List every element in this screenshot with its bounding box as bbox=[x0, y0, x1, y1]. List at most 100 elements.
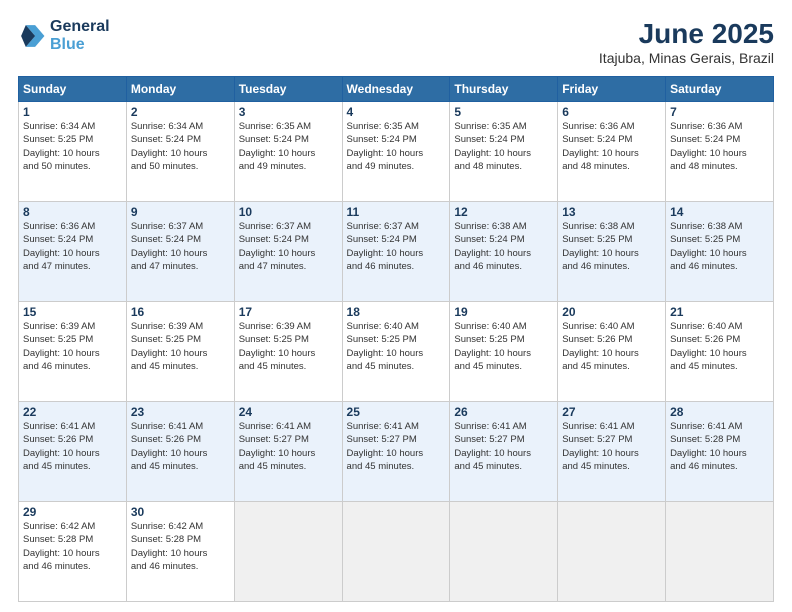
day-info: Sunrise: 6:35 AM Sunset: 5:24 PM Dayligh… bbox=[454, 120, 553, 173]
day-number: 1 bbox=[23, 105, 122, 119]
day-info: Sunrise: 6:42 AM Sunset: 5:28 PM Dayligh… bbox=[23, 520, 122, 573]
table-row: 30Sunrise: 6:42 AM Sunset: 5:28 PM Dayli… bbox=[126, 502, 234, 602]
day-number: 21 bbox=[670, 305, 769, 319]
table-row: 26Sunrise: 6:41 AM Sunset: 5:27 PM Dayli… bbox=[450, 402, 558, 502]
table-row: 6Sunrise: 6:36 AM Sunset: 5:24 PM Daylig… bbox=[558, 102, 666, 202]
day-info: Sunrise: 6:39 AM Sunset: 5:25 PM Dayligh… bbox=[23, 320, 122, 373]
day-info: Sunrise: 6:39 AM Sunset: 5:25 PM Dayligh… bbox=[131, 320, 230, 373]
day-number: 30 bbox=[131, 505, 230, 519]
table-row bbox=[558, 502, 666, 602]
day-number: 26 bbox=[454, 405, 553, 419]
day-number: 10 bbox=[239, 205, 338, 219]
day-info: Sunrise: 6:42 AM Sunset: 5:28 PM Dayligh… bbox=[131, 520, 230, 573]
table-row: 19Sunrise: 6:40 AM Sunset: 5:25 PM Dayli… bbox=[450, 302, 558, 402]
col-thursday: Thursday bbox=[450, 77, 558, 102]
table-row bbox=[342, 502, 450, 602]
table-row: 3Sunrise: 6:35 AM Sunset: 5:24 PM Daylig… bbox=[234, 102, 342, 202]
day-info: Sunrise: 6:40 AM Sunset: 5:26 PM Dayligh… bbox=[562, 320, 661, 373]
table-row: 27Sunrise: 6:41 AM Sunset: 5:27 PM Dayli… bbox=[558, 402, 666, 502]
day-info: Sunrise: 6:36 AM Sunset: 5:24 PM Dayligh… bbox=[670, 120, 769, 173]
day-info: Sunrise: 6:41 AM Sunset: 5:26 PM Dayligh… bbox=[131, 420, 230, 473]
day-number: 9 bbox=[131, 205, 230, 219]
logo-line1: General bbox=[50, 18, 110, 36]
table-row bbox=[234, 502, 342, 602]
day-info: Sunrise: 6:34 AM Sunset: 5:25 PM Dayligh… bbox=[23, 120, 122, 173]
day-number: 11 bbox=[347, 205, 446, 219]
day-info: Sunrise: 6:39 AM Sunset: 5:25 PM Dayligh… bbox=[239, 320, 338, 373]
table-row: 4Sunrise: 6:35 AM Sunset: 5:24 PM Daylig… bbox=[342, 102, 450, 202]
day-info: Sunrise: 6:34 AM Sunset: 5:24 PM Dayligh… bbox=[131, 120, 230, 173]
day-number: 3 bbox=[239, 105, 338, 119]
day-number: 23 bbox=[131, 405, 230, 419]
table-row: 5Sunrise: 6:35 AM Sunset: 5:24 PM Daylig… bbox=[450, 102, 558, 202]
day-info: Sunrise: 6:38 AM Sunset: 5:25 PM Dayligh… bbox=[562, 220, 661, 273]
day-info: Sunrise: 6:37 AM Sunset: 5:24 PM Dayligh… bbox=[239, 220, 338, 273]
day-number: 25 bbox=[347, 405, 446, 419]
col-wednesday: Wednesday bbox=[342, 77, 450, 102]
table-row: 17Sunrise: 6:39 AM Sunset: 5:25 PM Dayli… bbox=[234, 302, 342, 402]
day-number: 27 bbox=[562, 405, 661, 419]
day-info: Sunrise: 6:40 AM Sunset: 5:25 PM Dayligh… bbox=[347, 320, 446, 373]
day-number: 22 bbox=[23, 405, 122, 419]
calendar-week-row: 8Sunrise: 6:36 AM Sunset: 5:24 PM Daylig… bbox=[19, 202, 774, 302]
day-number: 5 bbox=[454, 105, 553, 119]
day-info: Sunrise: 6:36 AM Sunset: 5:24 PM Dayligh… bbox=[562, 120, 661, 173]
day-info: Sunrise: 6:41 AM Sunset: 5:28 PM Dayligh… bbox=[670, 420, 769, 473]
calendar-week-row: 1Sunrise: 6:34 AM Sunset: 5:25 PM Daylig… bbox=[19, 102, 774, 202]
day-info: Sunrise: 6:38 AM Sunset: 5:24 PM Dayligh… bbox=[454, 220, 553, 273]
day-number: 7 bbox=[670, 105, 769, 119]
day-number: 18 bbox=[347, 305, 446, 319]
day-number: 2 bbox=[131, 105, 230, 119]
day-info: Sunrise: 6:35 AM Sunset: 5:24 PM Dayligh… bbox=[239, 120, 338, 173]
day-number: 14 bbox=[670, 205, 769, 219]
table-row: 24Sunrise: 6:41 AM Sunset: 5:27 PM Dayli… bbox=[234, 402, 342, 502]
day-number: 17 bbox=[239, 305, 338, 319]
day-info: Sunrise: 6:38 AM Sunset: 5:25 PM Dayligh… bbox=[670, 220, 769, 273]
logo-text: General Blue bbox=[50, 18, 110, 53]
table-row: 12Sunrise: 6:38 AM Sunset: 5:24 PM Dayli… bbox=[450, 202, 558, 302]
table-row: 16Sunrise: 6:39 AM Sunset: 5:25 PM Dayli… bbox=[126, 302, 234, 402]
calendar-week-row: 29Sunrise: 6:42 AM Sunset: 5:28 PM Dayli… bbox=[19, 502, 774, 602]
day-number: 15 bbox=[23, 305, 122, 319]
col-tuesday: Tuesday bbox=[234, 77, 342, 102]
calendar-week-row: 15Sunrise: 6:39 AM Sunset: 5:25 PM Dayli… bbox=[19, 302, 774, 402]
table-row: 23Sunrise: 6:41 AM Sunset: 5:26 PM Dayli… bbox=[126, 402, 234, 502]
day-info: Sunrise: 6:35 AM Sunset: 5:24 PM Dayligh… bbox=[347, 120, 446, 173]
table-row: 28Sunrise: 6:41 AM Sunset: 5:28 PM Dayli… bbox=[666, 402, 774, 502]
day-info: Sunrise: 6:41 AM Sunset: 5:27 PM Dayligh… bbox=[562, 420, 661, 473]
calendar-week-row: 22Sunrise: 6:41 AM Sunset: 5:26 PM Dayli… bbox=[19, 402, 774, 502]
page: General Blue June 2025 Itajuba, Minas Ge… bbox=[0, 0, 792, 612]
table-row: 7Sunrise: 6:36 AM Sunset: 5:24 PM Daylig… bbox=[666, 102, 774, 202]
table-row: 11Sunrise: 6:37 AM Sunset: 5:24 PM Dayli… bbox=[342, 202, 450, 302]
day-info: Sunrise: 6:41 AM Sunset: 5:26 PM Dayligh… bbox=[23, 420, 122, 473]
day-info: Sunrise: 6:37 AM Sunset: 5:24 PM Dayligh… bbox=[131, 220, 230, 273]
table-row: 20Sunrise: 6:40 AM Sunset: 5:26 PM Dayli… bbox=[558, 302, 666, 402]
table-row: 14Sunrise: 6:38 AM Sunset: 5:25 PM Dayli… bbox=[666, 202, 774, 302]
day-number: 29 bbox=[23, 505, 122, 519]
table-row: 9Sunrise: 6:37 AM Sunset: 5:24 PM Daylig… bbox=[126, 202, 234, 302]
table-row: 22Sunrise: 6:41 AM Sunset: 5:26 PM Dayli… bbox=[19, 402, 127, 502]
table-row: 18Sunrise: 6:40 AM Sunset: 5:25 PM Dayli… bbox=[342, 302, 450, 402]
col-friday: Friday bbox=[558, 77, 666, 102]
day-info: Sunrise: 6:40 AM Sunset: 5:26 PM Dayligh… bbox=[670, 320, 769, 373]
day-number: 8 bbox=[23, 205, 122, 219]
day-info: Sunrise: 6:41 AM Sunset: 5:27 PM Dayligh… bbox=[347, 420, 446, 473]
table-row: 25Sunrise: 6:41 AM Sunset: 5:27 PM Dayli… bbox=[342, 402, 450, 502]
table-row bbox=[666, 502, 774, 602]
table-row: 21Sunrise: 6:40 AM Sunset: 5:26 PM Dayli… bbox=[666, 302, 774, 402]
col-saturday: Saturday bbox=[666, 77, 774, 102]
col-monday: Monday bbox=[126, 77, 234, 102]
table-row: 29Sunrise: 6:42 AM Sunset: 5:28 PM Dayli… bbox=[19, 502, 127, 602]
logo-line2: Blue bbox=[50, 36, 85, 53]
day-number: 28 bbox=[670, 405, 769, 419]
calendar-header-row: Sunday Monday Tuesday Wednesday Thursday… bbox=[19, 77, 774, 102]
day-info: Sunrise: 6:36 AM Sunset: 5:24 PM Dayligh… bbox=[23, 220, 122, 273]
day-number: 12 bbox=[454, 205, 553, 219]
day-info: Sunrise: 6:40 AM Sunset: 5:25 PM Dayligh… bbox=[454, 320, 553, 373]
month-title: June 2025 bbox=[599, 18, 774, 50]
calendar-table: Sunday Monday Tuesday Wednesday Thursday… bbox=[18, 76, 774, 602]
day-number: 24 bbox=[239, 405, 338, 419]
logo-icon bbox=[18, 22, 46, 50]
location-title: Itajuba, Minas Gerais, Brazil bbox=[599, 50, 774, 66]
table-row: 15Sunrise: 6:39 AM Sunset: 5:25 PM Dayli… bbox=[19, 302, 127, 402]
